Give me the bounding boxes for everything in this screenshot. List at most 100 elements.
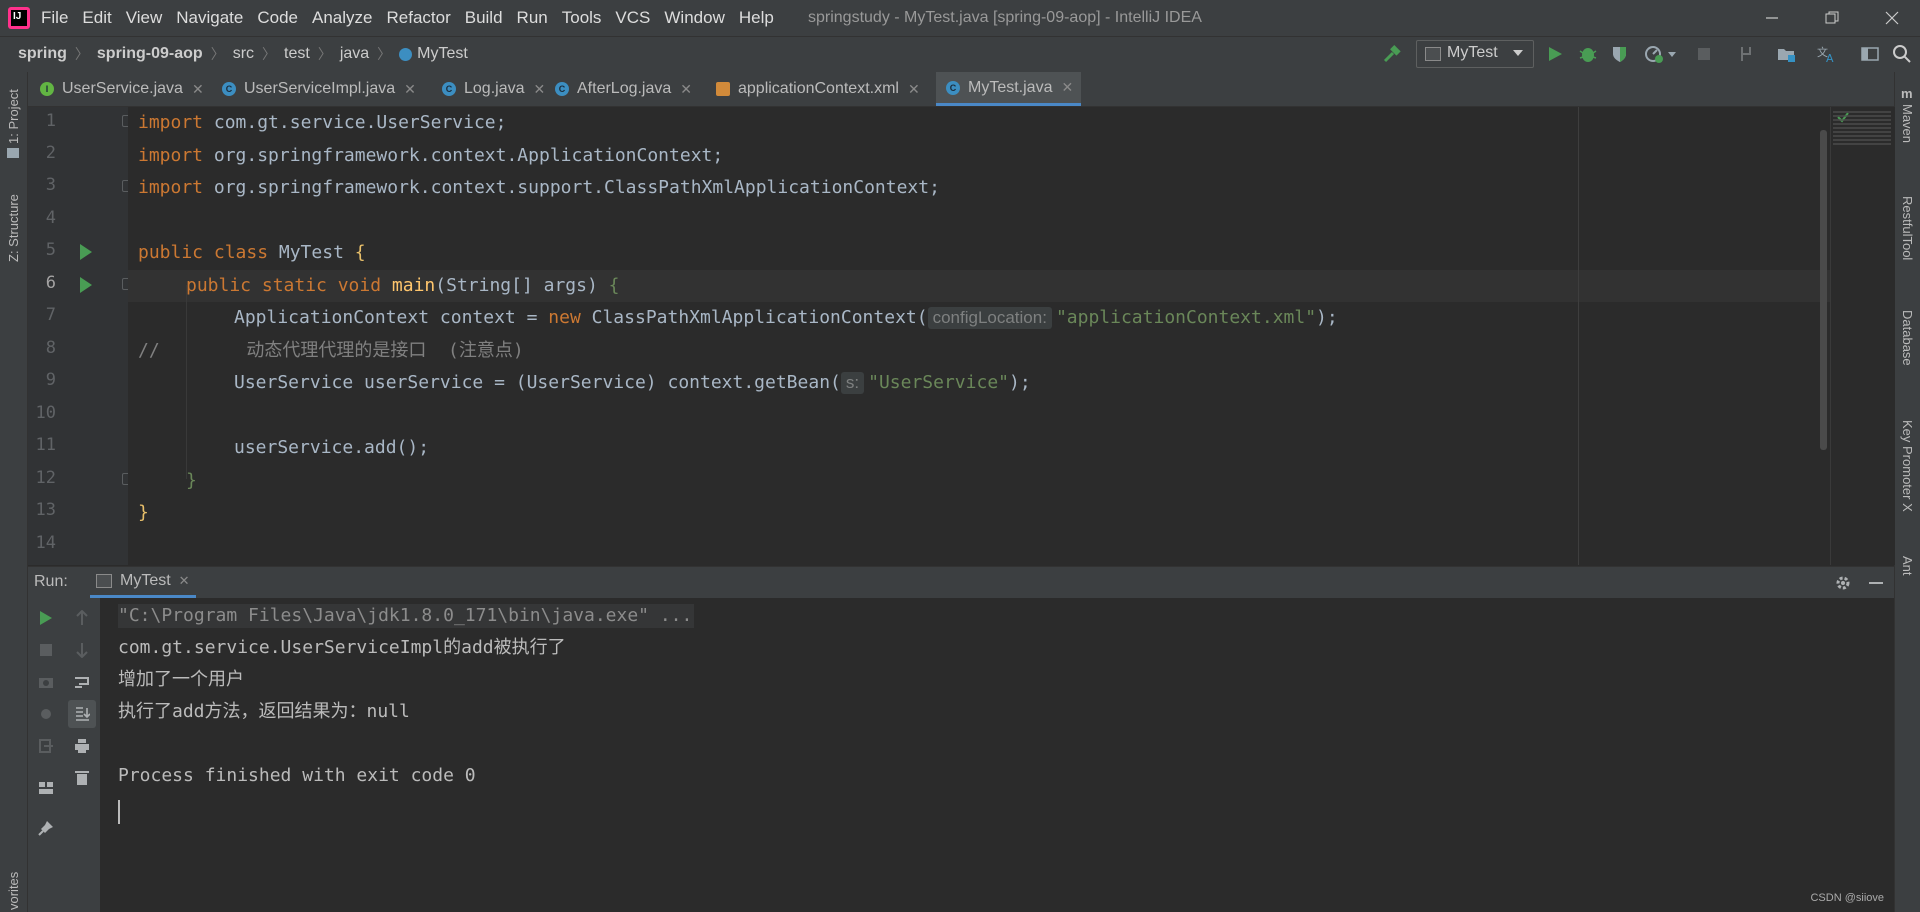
menu-code[interactable]: Code — [250, 8, 305, 28]
print-icon — [75, 739, 89, 753]
clear-all-button[interactable] — [72, 768, 92, 788]
favorites-tool-button[interactable]: vorites — [6, 872, 21, 910]
close-tab-icon[interactable]: ✕ — [534, 81, 546, 98]
restful-tool-button[interactable]: RestfulTool — [1900, 196, 1915, 260]
crumb-class-label: MyTest — [417, 45, 468, 62]
close-icon — [1885, 11, 1899, 25]
tab-userserviceimpl[interactable]: C UserServiceImpl.java ✕ — [222, 72, 416, 106]
code-token: import — [138, 112, 204, 133]
debug-button[interactable] — [1578, 44, 1598, 64]
close-window-button[interactable] — [1864, 0, 1920, 36]
tab-label: UserService.java — [62, 80, 183, 97]
soft-wrap-button[interactable] — [72, 672, 92, 692]
stop-button[interactable] — [1696, 46, 1712, 62]
crumb-separator: 〉 — [377, 46, 392, 62]
project-structure-button[interactable] — [1776, 44, 1796, 64]
crumb-java[interactable]: java — [336, 45, 373, 63]
crumb-module[interactable]: spring-09-aop — [93, 45, 207, 63]
tab-applicationcontext[interactable]: applicationContext.xml ✕ — [716, 72, 920, 106]
crumb-project[interactable]: spring — [14, 45, 71, 63]
scroll-up-button[interactable] — [72, 608, 92, 628]
hide-panel-button[interactable] — [1868, 574, 1884, 592]
dump-threads-button[interactable] — [36, 672, 56, 692]
class-icon: C — [442, 82, 456, 96]
menu-help[interactable]: Help — [732, 8, 781, 28]
code-line-8: // 动态代理代理的是接口 (注意点) — [138, 340, 524, 361]
crumb-test[interactable]: test — [280, 45, 314, 63]
profiler-icon — [1645, 46, 1676, 63]
menu-navigate[interactable]: Navigate — [169, 8, 250, 28]
print-button[interactable] — [72, 736, 92, 756]
close-tab-icon[interactable]: ✕ — [1061, 79, 1073, 96]
close-tab-icon[interactable]: ✕ — [404, 81, 416, 98]
menu-vcs[interactable]: VCS — [608, 8, 657, 28]
coverage-button[interactable] — [1610, 44, 1630, 64]
project-tool-button[interactable]: 1: Project — [6, 89, 21, 144]
code-minimap[interactable] — [1830, 107, 1895, 565]
scroll-down-button[interactable] — [72, 640, 92, 660]
menu-tools[interactable]: Tools — [555, 8, 609, 28]
minimize-button[interactable] — [1744, 0, 1800, 36]
restore-button[interactable] — [1804, 0, 1860, 36]
tab-mytest[interactable]: C MyTest.java ✕ — [936, 72, 1082, 106]
build-button[interactable] — [1382, 44, 1402, 64]
menu-analyze[interactable]: Analyze — [305, 8, 379, 28]
line-number: 1 — [45, 111, 56, 131]
arrow-up-icon — [76, 610, 88, 625]
line-number: 5 — [45, 240, 56, 260]
run-button[interactable] — [1546, 44, 1564, 64]
translate-button[interactable]: 文A — [1816, 44, 1836, 64]
menu-run[interactable]: Run — [510, 8, 555, 28]
profile-button[interactable] — [1644, 44, 1678, 64]
menu-build[interactable]: Build — [458, 8, 510, 28]
layout-button[interactable] — [36, 778, 56, 798]
tab-userservice[interactable]: I UserService.java ✕ — [40, 72, 204, 106]
code-token: "applicationContext.xml" — [1055, 307, 1317, 328]
run-tab-mytest[interactable]: MyTest ✕ — [90, 566, 196, 598]
run-toolbar-secondary — [64, 598, 101, 912]
debug-settings-button[interactable] — [36, 704, 56, 724]
editor-scrollbar[interactable] — [1820, 130, 1827, 450]
structure-tool-button[interactable]: Z: Structure — [6, 194, 21, 262]
search-everywhere-button[interactable] — [1892, 44, 1912, 64]
exit-button[interactable] — [36, 736, 56, 756]
stop-button[interactable] — [36, 640, 56, 660]
line-number: 8 — [45, 338, 56, 358]
menu-edit[interactable]: Edit — [75, 8, 118, 28]
crumb-src[interactable]: src — [229, 45, 258, 63]
line-number: 11 — [35, 435, 56, 455]
run-settings-button[interactable] — [1834, 574, 1852, 592]
keypromoter-tool-button[interactable]: Key Promoter X — [1900, 420, 1915, 512]
vcs-icon — [1741, 47, 1751, 61]
menu-view[interactable]: View — [119, 8, 170, 28]
run-console[interactable]: "C:\Program Files\Java\jdk1.8.0_171\bin\… — [100, 598, 1894, 912]
menu-window[interactable]: Window — [657, 8, 731, 28]
folder-icon — [1778, 49, 1795, 62]
close-tab-icon[interactable]: ✕ — [192, 81, 204, 98]
close-tab-icon[interactable]: ✕ — [680, 81, 692, 98]
vcs-update-button[interactable] — [1736, 44, 1756, 64]
close-tab-icon[interactable]: ✕ — [179, 573, 190, 589]
pin-tab-button[interactable] — [36, 818, 56, 838]
run-config-dropdown[interactable]: MyTest — [1416, 40, 1534, 68]
gear-icon — [1836, 576, 1850, 590]
rerun-button[interactable] — [36, 608, 56, 628]
maven-tool-button[interactable]: Maven — [1900, 104, 1915, 143]
crumb-class[interactable]: MyTest — [395, 45, 472, 63]
menu-file[interactable]: File — [34, 8, 75, 28]
breadcrumb: spring 〉 spring-09-aop 〉 src 〉 test 〉 ja… — [14, 36, 472, 72]
menu-refactor[interactable]: Refactor — [379, 8, 457, 28]
run-class-gutter-icon[interactable] — [80, 244, 92, 260]
code-token: { — [354, 242, 366, 263]
run-main-gutter-icon[interactable] — [80, 277, 92, 293]
tab-afterlog[interactable]: C AfterLog.java ✕ — [555, 72, 692, 106]
database-tool-button[interactable]: Database — [1900, 310, 1915, 366]
tab-log[interactable]: C Log.java ✕ — [442, 72, 545, 106]
scroll-to-end-button[interactable] — [68, 700, 96, 728]
ant-tool-button[interactable]: Ant — [1900, 556, 1915, 576]
code-editor[interactable] — [128, 107, 1828, 565]
console-line: com.gt.service.UserServiceImpl的add被执行了 — [118, 637, 566, 658]
presentation-button[interactable] — [1860, 44, 1880, 64]
code-token: main — [381, 275, 436, 296]
close-tab-icon[interactable]: ✕ — [908, 81, 920, 98]
